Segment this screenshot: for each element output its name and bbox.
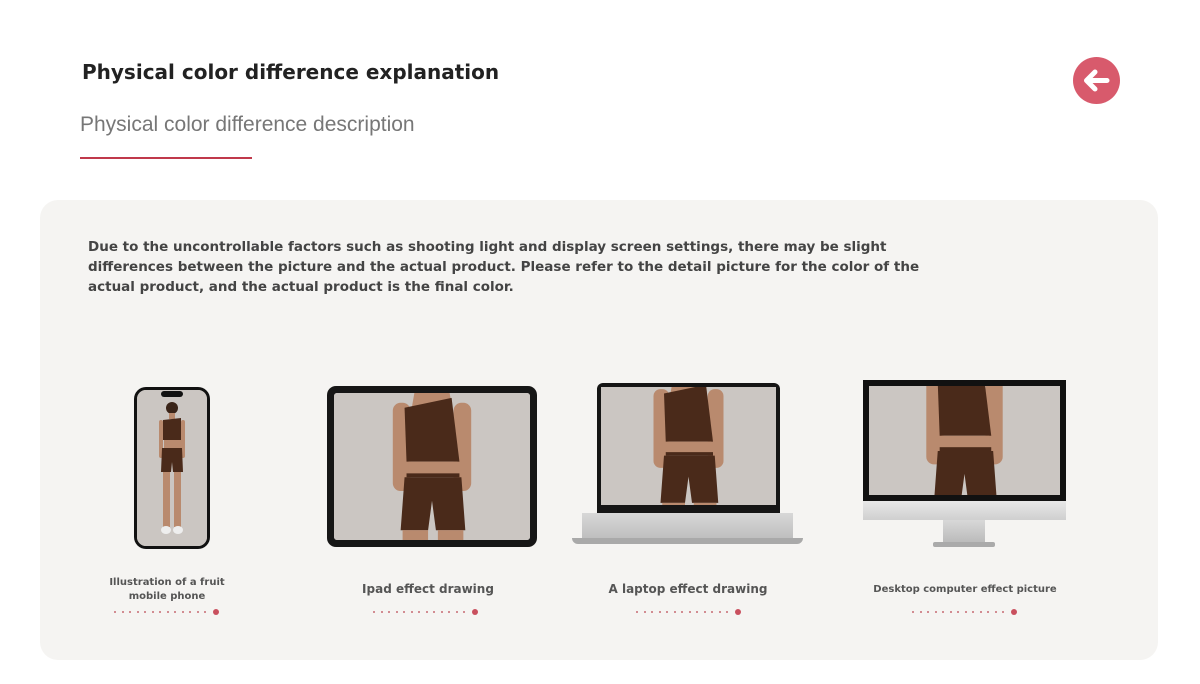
arrow-left-icon <box>1084 69 1110 92</box>
title-underline <box>80 157 252 159</box>
device-caption: A laptop effect drawing <box>608 582 768 596</box>
page-subtitle: Physical color difference description <box>80 113 415 136</box>
dot-divider <box>912 609 1017 615</box>
product-photo <box>869 386 1060 495</box>
laptop-keyboard <box>582 513 793 540</box>
device-caption: Illustration of a fruit mobile phone <box>109 577 225 602</box>
device-caption: Desktop computer effect picture <box>873 584 1057 595</box>
dot-divider <box>114 609 219 615</box>
phone-notch <box>161 391 183 397</box>
page-title: Physical color difference explanation <box>82 60 500 84</box>
desktop-mockup <box>863 380 1066 548</box>
product-photo <box>601 387 776 505</box>
device-caption: Ipad effect drawing <box>362 582 494 596</box>
product-photo <box>334 393 530 540</box>
dot-divider <box>373 609 478 615</box>
tablet-mockup <box>327 386 537 547</box>
color-difference-description: Due to the uncontrollable factors such a… <box>88 239 920 295</box>
dot-divider <box>636 609 741 615</box>
phone-mockup <box>134 387 210 549</box>
laptop-mockup <box>572 383 803 546</box>
back-button[interactable] <box>1073 57 1120 104</box>
product-photo <box>137 390 207 546</box>
